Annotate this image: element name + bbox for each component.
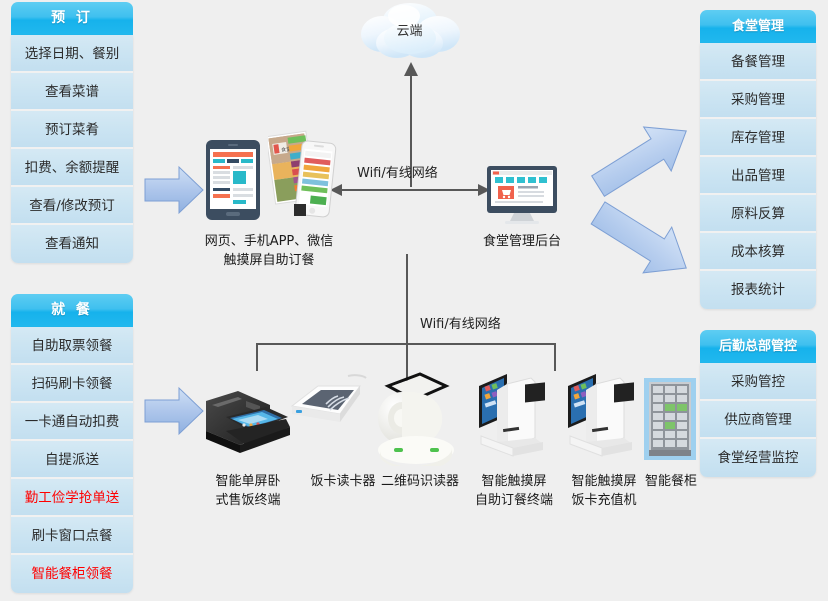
arrow-up-right-icon — [588, 118, 698, 202]
panel-dining-title: 就 餐 — [11, 294, 133, 327]
panel-canteen-management-items: 备餐管理 采购管理 库存管理 出品管理 原料反算 成本核算 报表统计 — [700, 43, 816, 309]
caption-smart-locker: 智能餐柜 — [644, 474, 697, 489]
panel-item-self-ticket[interactable]: 自助取票领餐 — [11, 327, 133, 365]
panel-item-meal-prep[interactable]: 备餐管理 — [700, 43, 816, 81]
panel-item-smart-locker-pickup[interactable]: 智能餐柜领餐 — [11, 555, 133, 593]
caption-pos-terminal-line2: 式售饭终端 — [215, 493, 281, 508]
panel-item-deduct-balance[interactable]: 扣费、余额提醒 — [11, 149, 133, 187]
panel-item-self-pickup[interactable]: 自提派送 — [11, 441, 133, 479]
nfc-card-reader-icon — [288, 372, 368, 438]
panel-item-window-order[interactable]: 刷卡窗口点餐 — [11, 517, 133, 555]
caption-recharge-line2: 饭卡充值机 — [571, 493, 637, 508]
caption-self-order-line2: 自助订餐终端 — [474, 493, 553, 508]
smartphone-device-icon: 食堂 — [265, 126, 338, 230]
panel-item-purchase-mgmt[interactable]: 采购管理 — [700, 81, 816, 119]
caption-ordering-clients: 网页、手机APP、微信 触摸屏自助订餐 — [194, 232, 344, 270]
cloud-icon: 云端 — [352, 2, 467, 64]
smart-food-locker-icon — [644, 378, 696, 464]
caption-self-order-kiosk: 智能触摸屏 自助订餐终端 — [466, 472, 562, 510]
cloud-label: 云端 — [396, 24, 423, 39]
caption-pos-terminal-line1: 智能单屏卧 — [215, 474, 281, 489]
panel-item-output-mgmt[interactable]: 出品管理 — [700, 157, 816, 195]
panel-item-operation-monitor[interactable]: 食堂经营监控 — [700, 439, 816, 477]
caption-ordering-clients-line1: 网页、手机APP、微信 — [204, 234, 334, 249]
panel-item-report-stats[interactable]: 报表统计 — [700, 271, 816, 309]
panel-hq-control: 后勤总部管控 采购管控 供应商管理 食堂经营监控 — [700, 330, 816, 477]
arrow-right-icon — [143, 163, 205, 221]
panel-reserve-title: 预 订 — [11, 2, 133, 35]
caption-self-order-line1: 智能触摸屏 — [481, 474, 547, 489]
panel-item-auto-deduct[interactable]: 一卡通自动扣费 — [11, 403, 133, 441]
panel-item-material-calc[interactable]: 原料反算 — [700, 195, 816, 233]
caption-pos-terminal: 智能单屏卧 式售饭终端 — [194, 472, 302, 510]
caption-qr-scanner: 二维码识读器 — [380, 474, 459, 489]
panel-hq-control-title: 后勤总部管控 — [700, 330, 816, 363]
desktop-monitor-icon — [487, 166, 557, 230]
trunk-vertical-line — [406, 254, 408, 344]
panel-item-view-menu[interactable]: 查看菜谱 — [11, 73, 133, 111]
caption-ordering-clients-line2: 触摸屏自助订餐 — [223, 253, 315, 268]
network-label-upper: Wifi/有线网络 — [357, 166, 438, 181]
panel-canteen-management-title: 食堂管理 — [700, 10, 816, 43]
panel-item-purchase-control[interactable]: 采购管控 — [700, 363, 816, 401]
panel-item-work-study-delivery[interactable]: 勤工俭学抢单送 — [11, 479, 133, 517]
panel-item-select-date[interactable]: 选择日期、餐别 — [11, 35, 133, 73]
tablet-device-icon — [206, 140, 260, 224]
panel-item-reserve-dish[interactable]: 预订菜肴 — [11, 111, 133, 149]
touchscreen-kiosk-icon — [473, 364, 555, 468]
panel-reserve-items: 选择日期、餐别 查看菜谱 预订菜肴 扣费、余额提醒 查看/修改预订 查看通知 — [11, 35, 133, 263]
panel-item-inventory-mgmt[interactable]: 库存管理 — [700, 119, 816, 157]
qr-scanner-icon — [368, 358, 468, 470]
bus-drop-left — [256, 343, 258, 371]
arrow-down-right-icon — [588, 198, 698, 288]
touchscreen-recharge-kiosk-icon — [562, 364, 644, 468]
panel-item-view-modify-order[interactable]: 查看/修改预订 — [11, 187, 133, 225]
arrow-right-lower-icon — [143, 384, 205, 442]
panel-item-scan-card[interactable]: 扫码刷卡领餐 — [11, 365, 133, 403]
panel-reserve: 预 订 选择日期、餐别 查看菜谱 预订菜肴 扣费、余额提醒 查看/修改预订 查看… — [11, 2, 133, 263]
panel-dining-items: 自助取票领餐 扫码刷卡领餐 一卡通自动扣费 自提派送 勤工俭学抢单送 刷卡窗口点… — [11, 327, 133, 593]
panel-item-view-notice[interactable]: 查看通知 — [11, 225, 133, 263]
panel-dining: 就 餐 自助取票领餐 扫码刷卡领餐 一卡通自动扣费 自提派送 勤工俭学抢单送 刷… — [11, 294, 133, 593]
network-label-lower: Wifi/有线网络 — [420, 317, 501, 332]
panel-item-cost-accounting[interactable]: 成本核算 — [700, 233, 816, 271]
diagram-canvas: 预 订 选择日期、餐别 查看菜谱 预订菜肴 扣费、余额提醒 查看/修改预订 查看… — [0, 0, 828, 601]
panel-canteen-management: 食堂管理 备餐管理 采购管理 库存管理 出品管理 原料反算 成本核算 报表统计 — [700, 10, 816, 309]
caption-backend: 食堂管理后台 — [482, 234, 561, 249]
panel-hq-control-items: 采购管控 供应商管理 食堂经营监控 — [700, 363, 816, 477]
panel-item-supplier-mgmt[interactable]: 供应商管理 — [700, 401, 816, 439]
bidirectional-arrow-upper-icon — [330, 184, 490, 196]
